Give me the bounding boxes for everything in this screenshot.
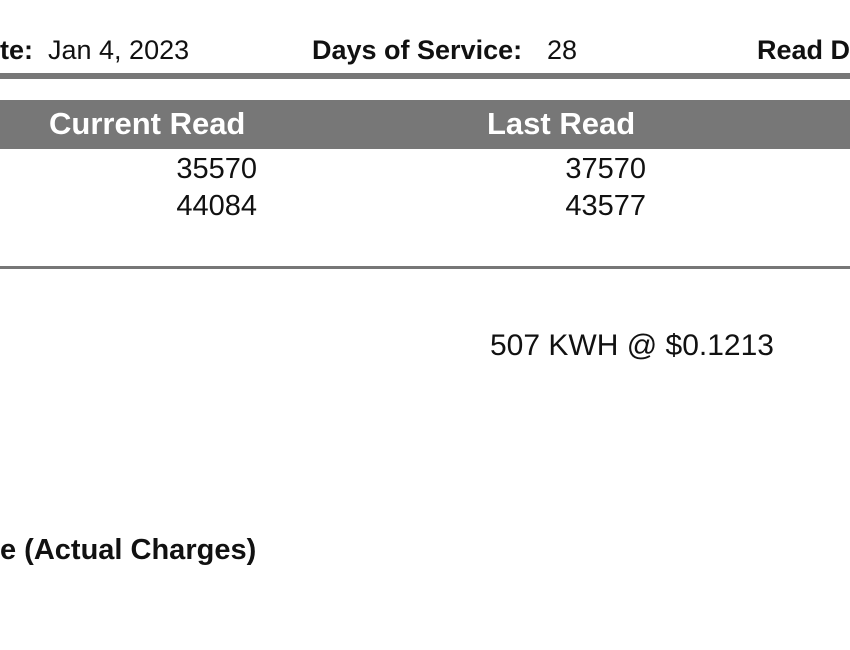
days-of-service-value: 28 — [547, 35, 578, 65]
top-divider — [0, 73, 850, 79]
read-date-value: Jan 4, 2023 — [48, 35, 190, 65]
days-of-service-label: Days of Service: — [312, 35, 523, 65]
last-read-cell: 37570 — [565, 153, 646, 185]
last-read-cell: 43577 — [565, 190, 646, 222]
bill-document: te: Jan 4, 2023 Days of Service: 28 Read… — [0, 0, 850, 650]
read-date-next-label: Read D — [757, 35, 850, 65]
meter-table-header: Current Read Last Read — [0, 100, 850, 149]
read-date-label: te: — [0, 35, 33, 65]
table-bottom-divider — [0, 266, 850, 269]
column-header-current-read: Current Read — [49, 106, 246, 141]
usage-rate-line: 507 KWH @ $0.1213 — [490, 329, 774, 362]
actual-charges-section-title: e (Actual Charges) — [0, 534, 257, 566]
column-header-last-read: Last Read — [487, 106, 636, 141]
current-read-cell: 44084 — [176, 190, 257, 222]
current-read-cell: 35570 — [176, 153, 257, 185]
